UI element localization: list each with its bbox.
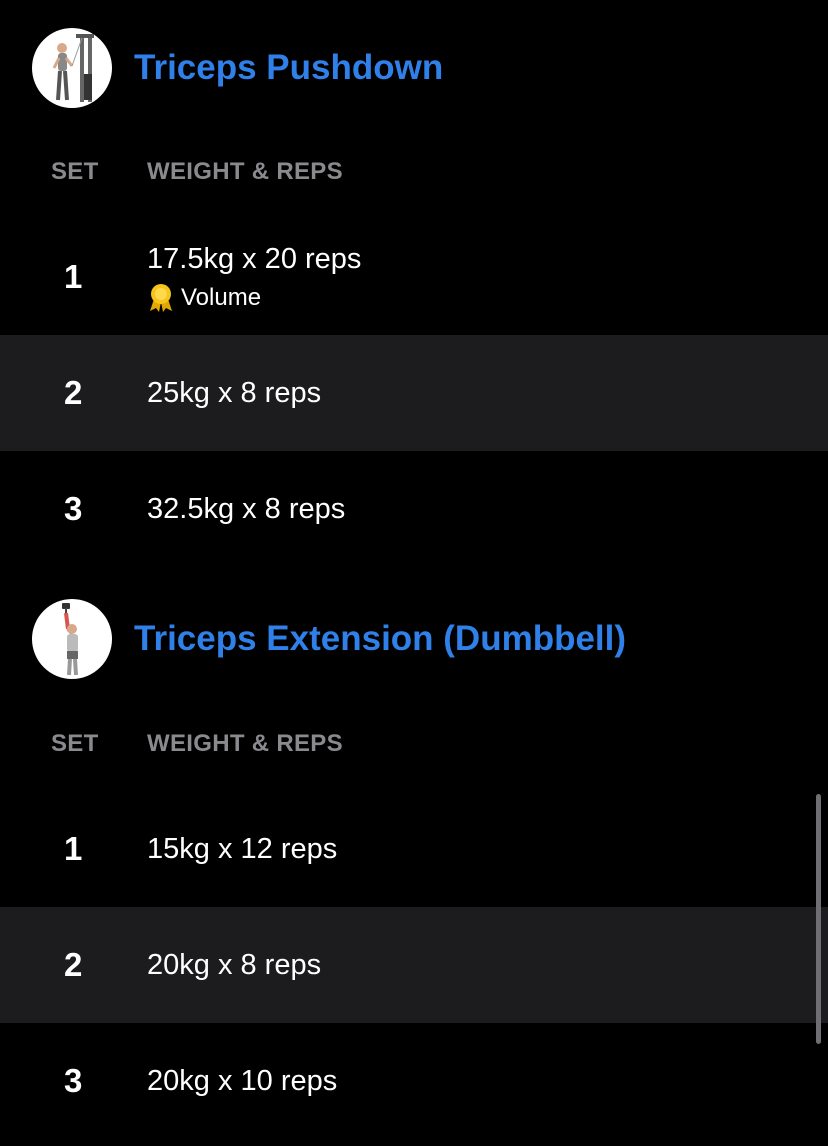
column-header-row: SET WEIGHT & REPS bbox=[0, 722, 828, 762]
set-weight-reps: 15kg x 12 reps bbox=[147, 833, 338, 865]
set-number: 2 bbox=[64, 374, 83, 411]
set-row: 3 20kg x 10 reps bbox=[0, 1023, 828, 1139]
exercise-card-triceps-extension: Triceps Extension (Dumbbell) bbox=[0, 599, 828, 689]
set-number: 1 bbox=[64, 830, 83, 867]
exercise-title[interactable]: Triceps Pushdown bbox=[134, 28, 443, 108]
medal-icon bbox=[150, 284, 172, 312]
set-number: 3 bbox=[64, 490, 83, 527]
set-weight-reps: 25kg x 8 reps bbox=[147, 377, 322, 409]
set-row: 2 20kg x 8 reps bbox=[0, 907, 828, 1023]
set-column-header: SET bbox=[51, 158, 99, 185]
exercise-header: Triceps Extension (Dumbbell) bbox=[0, 599, 828, 689]
set-row: 1 17.5kg x 20 reps Volume bbox=[0, 219, 828, 335]
set-row: 3 32.5kg x 8 reps bbox=[0, 451, 828, 567]
column-header-row: SET WEIGHT & REPS bbox=[0, 150, 828, 190]
badge-label: Volume bbox=[181, 284, 262, 311]
set-number: 3 bbox=[64, 1062, 83, 1099]
vertical-scrollbar[interactable] bbox=[816, 794, 821, 1044]
set-number: 2 bbox=[64, 946, 83, 983]
set-weight-reps: 20kg x 10 reps bbox=[147, 1065, 338, 1097]
personal-record-badge: Volume bbox=[147, 283, 261, 313]
exercise-card-triceps-pushdown: Triceps Pushdown bbox=[0, 28, 828, 118]
exercise-header: Triceps Pushdown bbox=[0, 28, 828, 118]
triceps-pushdown-illustration[interactable] bbox=[32, 28, 112, 108]
exercise-title[interactable]: Triceps Extension (Dumbbell) bbox=[134, 599, 626, 679]
set-weight-reps: 32.5kg x 8 reps bbox=[147, 493, 346, 525]
weight-reps-column-header: WEIGHT & REPS bbox=[147, 730, 343, 757]
set-number: 1 bbox=[64, 258, 83, 295]
triceps-extension-illustration[interactable] bbox=[32, 599, 112, 679]
set-column-header: SET bbox=[51, 730, 99, 757]
set-weight-reps: 20kg x 8 reps bbox=[147, 949, 322, 981]
set-row: 2 25kg x 8 reps bbox=[0, 335, 828, 451]
set-row: 1 15kg x 12 reps bbox=[0, 791, 828, 907]
weight-reps-column-header: WEIGHT & REPS bbox=[147, 158, 343, 185]
